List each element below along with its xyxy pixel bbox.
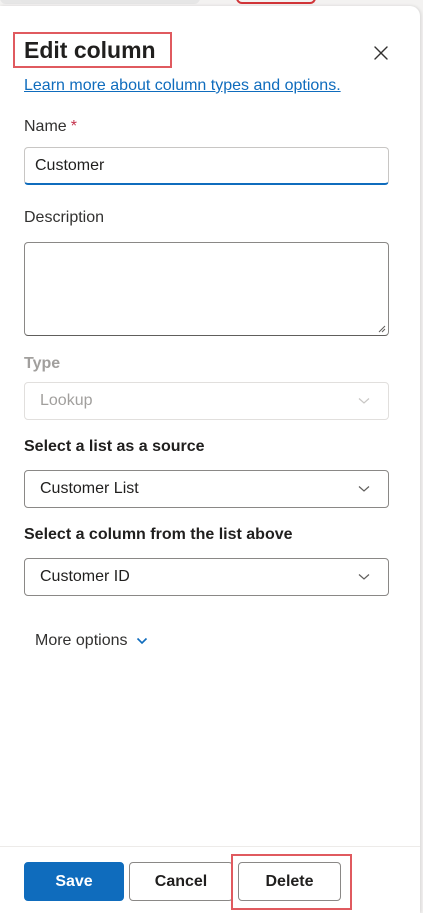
chevron-down-icon [358,486,370,492]
delete-highlight-box [231,854,352,910]
chevron-down-icon [358,574,370,580]
background-tab [0,0,200,4]
chevron-down-icon [136,637,147,645]
type-label: Type [24,355,61,372]
source-column-value: Customer ID [40,568,130,585]
footer-divider [0,846,420,847]
description-textarea[interactable] [24,242,389,336]
type-dropdown-value: Lookup [40,392,93,409]
resize-grip-icon[interactable] [376,323,386,333]
more-options-toggle[interactable]: More options [35,631,148,651]
type-dropdown: Lookup [24,382,389,420]
description-label: Description [24,209,105,226]
learn-more-link[interactable]: Learn more about column types and option… [24,76,341,96]
name-label: Name * [24,117,77,137]
save-button[interactable]: Save [24,862,124,901]
title-highlight-box [13,32,172,68]
name-label-text: Name [24,118,67,135]
background-tab-highlight [236,0,316,4]
name-input[interactable] [24,147,389,185]
cancel-button[interactable]: Cancel [129,862,233,901]
required-marker: * [70,118,77,135]
source-list-label: Select a list as a source [24,438,205,455]
source-list-dropdown[interactable]: Customer List [24,470,389,508]
source-list-value: Customer List [40,480,139,497]
edit-column-panel: Edit column Learn more about column type… [0,6,420,913]
source-column-dropdown[interactable]: Customer ID [24,558,389,596]
source-column-label: Select a column from the list above [24,526,293,543]
close-icon [374,46,388,60]
close-button[interactable] [368,40,394,66]
more-options-label: More options [35,632,128,649]
chevron-down-icon [358,398,370,404]
